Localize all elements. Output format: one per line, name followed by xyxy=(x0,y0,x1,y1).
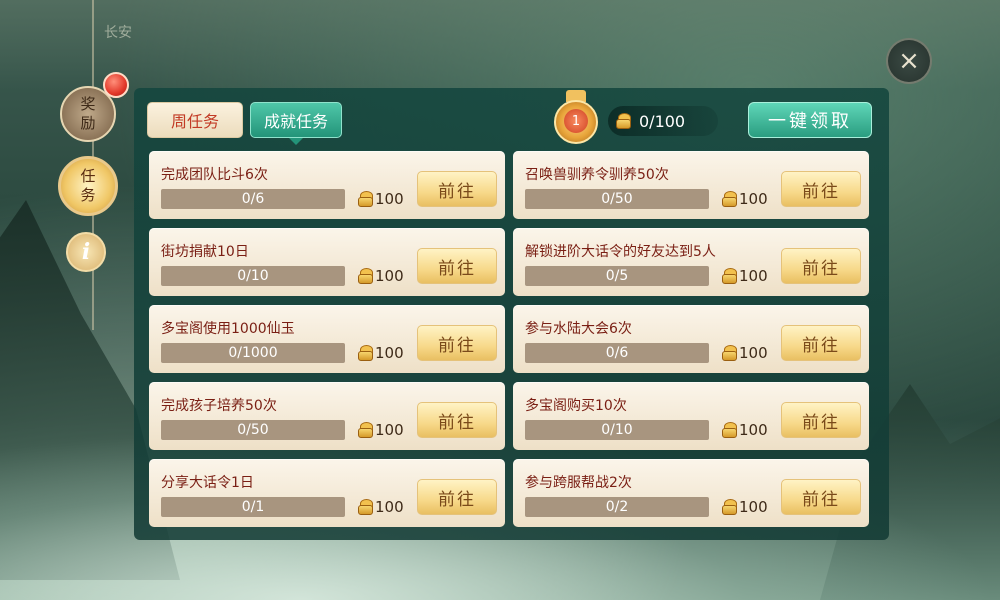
task-reward: 100 xyxy=(358,420,404,440)
coin-icon xyxy=(616,112,631,130)
coin-icon xyxy=(358,267,373,285)
task-title: 参与水陆大会6次 xyxy=(525,321,632,337)
points-value: 0/100 xyxy=(639,111,686,131)
task-progress-bar: 0/2 xyxy=(525,497,709,517)
task-reward: 100 xyxy=(722,343,768,363)
task-progress-text: 0/10 xyxy=(601,422,633,438)
medal-level: 1 xyxy=(564,109,588,133)
task-title: 解锁进阶大话令的好友达到5人 xyxy=(525,244,716,260)
task-card: 完成团队比斗6次 0/6 100 前往 xyxy=(149,151,505,219)
task-title: 完成孩子培养50次 xyxy=(161,398,277,414)
active-tab-pointer xyxy=(289,138,303,145)
task-reward-value: 100 xyxy=(375,498,404,516)
side-nav-info[interactable]: i xyxy=(66,232,106,272)
coin-icon xyxy=(722,344,737,362)
task-reward-value: 100 xyxy=(739,267,768,285)
side-nav-task-label: 任务 xyxy=(80,167,96,204)
task-progress-text: 0/6 xyxy=(605,345,629,361)
task-card: 解锁进阶大话令的好友达到5人 0/5 100 前往 xyxy=(513,228,869,296)
go-button[interactable]: 前往 xyxy=(417,325,497,361)
task-progress-text: 0/2 xyxy=(605,499,629,515)
task-reward: 100 xyxy=(358,497,404,517)
task-progress-bar: 0/50 xyxy=(525,189,709,209)
task-title: 多宝阁使用1000仙玉 xyxy=(161,321,295,337)
task-reward: 100 xyxy=(722,497,768,517)
task-progress-bar: 0/10 xyxy=(525,420,709,440)
task-reward: 100 xyxy=(722,266,768,286)
task-progress-text: 0/1 xyxy=(241,499,265,515)
task-reward-value: 100 xyxy=(375,344,404,362)
task-progress-bar: 0/6 xyxy=(525,343,709,363)
task-card: 多宝阁使用1000仙玉 0/1000 100 前往 xyxy=(149,305,505,373)
go-button[interactable]: 前往 xyxy=(781,479,861,515)
task-title: 参与跨服帮战2次 xyxy=(525,475,632,491)
task-title: 街坊捐献10日 xyxy=(161,244,249,260)
task-progress-text: 0/1000 xyxy=(228,345,278,361)
go-button[interactable]: 前往 xyxy=(781,402,861,438)
task-card: 街坊捐献10日 0/10 100 前往 xyxy=(149,228,505,296)
task-card: 召唤兽驯养令驯养50次 0/50 100 前往 xyxy=(513,151,869,219)
task-progress-text: 0/6 xyxy=(241,191,265,207)
go-button[interactable]: 前往 xyxy=(417,171,497,207)
coin-icon xyxy=(358,344,373,362)
points-display: 0/100 xyxy=(608,106,718,136)
task-reward: 100 xyxy=(358,343,404,363)
task-progress-bar: 0/6 xyxy=(161,189,345,209)
tab-achievement-tasks[interactable]: 成就任务 xyxy=(250,102,342,138)
task-reward: 100 xyxy=(722,189,768,209)
close-icon: × xyxy=(898,46,920,76)
task-progress-bar: 0/1000 xyxy=(161,343,345,363)
task-card: 多宝阁购买10次 0/10 100 前往 xyxy=(513,382,869,450)
map-overlay xyxy=(0,0,1000,90)
task-reward-value: 100 xyxy=(739,498,768,516)
task-reward: 100 xyxy=(722,420,768,440)
side-nav-reward-label: 奖励 xyxy=(80,95,96,132)
task-card: 分享大话令1日 0/1 100 前往 xyxy=(149,459,505,527)
info-icon: i xyxy=(81,239,91,265)
close-button[interactable]: × xyxy=(886,38,932,84)
task-card: 参与水陆大会6次 0/6 100 前往 xyxy=(513,305,869,373)
go-button[interactable]: 前往 xyxy=(417,248,497,284)
task-progress-bar: 0/1 xyxy=(161,497,345,517)
go-button[interactable]: 前往 xyxy=(781,171,861,207)
task-title: 完成团队比斗6次 xyxy=(161,167,268,183)
task-progress-bar: 0/50 xyxy=(161,420,345,440)
task-progress-text: 0/5 xyxy=(605,268,629,284)
task-reward: 100 xyxy=(358,189,404,209)
coin-icon xyxy=(358,190,373,208)
go-button[interactable]: 前往 xyxy=(417,479,497,515)
task-reward-value: 100 xyxy=(375,421,404,439)
go-button[interactable]: 前往 xyxy=(781,325,861,361)
claim-all-button[interactable]: 一键领取 xyxy=(748,102,872,138)
task-card: 完成孩子培养50次 0/50 100 前往 xyxy=(149,382,505,450)
task-card: 参与跨服帮战2次 0/2 100 前往 xyxy=(513,459,869,527)
coin-icon xyxy=(722,267,737,285)
coin-icon xyxy=(722,498,737,516)
task-reward-value: 100 xyxy=(739,190,768,208)
side-nav-task[interactable]: 任务 xyxy=(58,156,118,216)
task-progress-text: 0/50 xyxy=(237,422,269,438)
task-reward: 100 xyxy=(358,266,404,286)
coin-icon xyxy=(722,421,737,439)
coin-icon xyxy=(358,421,373,439)
task-title: 多宝阁购买10次 xyxy=(525,398,627,414)
go-button[interactable]: 前往 xyxy=(417,402,497,438)
task-progress-bar: 0/5 xyxy=(525,266,709,286)
coin-icon xyxy=(358,498,373,516)
task-reward-value: 100 xyxy=(739,344,768,362)
tab-weekly-tasks[interactable]: 周任务 xyxy=(147,102,243,138)
task-title: 分享大话令1日 xyxy=(161,475,254,491)
task-progress-bar: 0/10 xyxy=(161,266,345,286)
go-button[interactable]: 前往 xyxy=(781,248,861,284)
task-reward-value: 100 xyxy=(375,190,404,208)
task-reward-value: 100 xyxy=(375,267,404,285)
medal-icon: 1 xyxy=(545,90,607,146)
coin-icon xyxy=(722,190,737,208)
task-title: 召唤兽驯养令驯养50次 xyxy=(525,167,669,183)
task-reward-value: 100 xyxy=(739,421,768,439)
map-location-label: 长安 xyxy=(104,25,132,41)
task-progress-text: 0/10 xyxy=(237,268,269,284)
task-progress-text: 0/50 xyxy=(601,191,633,207)
notification-dot xyxy=(103,72,129,98)
